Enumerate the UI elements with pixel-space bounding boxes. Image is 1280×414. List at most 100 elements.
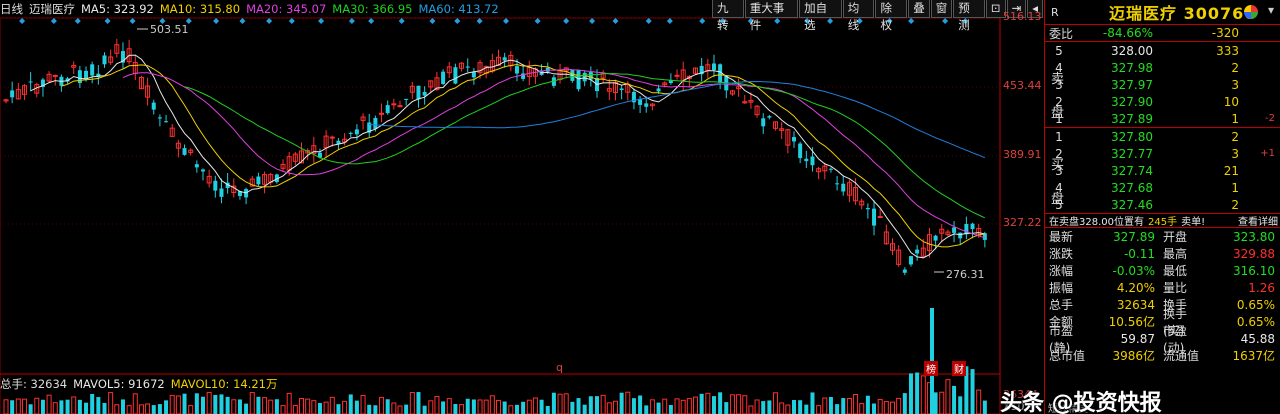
stat-row: 最新 327.89 开盘 323.80	[1045, 228, 1280, 245]
level-price: 327.97	[1111, 77, 1153, 92]
stat-value: 1637亿	[1232, 349, 1275, 363]
chart-canvas[interactable]	[0, 0, 1044, 414]
level-volume: 333	[1216, 43, 1239, 58]
stat-label: 振幅	[1049, 281, 1074, 295]
add-watchlist-button[interactable]: 加自选	[799, 0, 842, 32]
level-volume: 21	[1223, 163, 1239, 178]
buy-level-3[interactable]: 3 327.74 21	[1045, 162, 1280, 179]
level-volume: 2	[1231, 129, 1239, 144]
level-number: 3	[1055, 163, 1063, 178]
finance-tag[interactable]: 财	[952, 361, 966, 376]
ma20-label: MA20: 345.07	[246, 2, 327, 16]
overlay-button[interactable]: 叠	[908, 0, 930, 18]
total-volume-label: 总手: 32634	[0, 377, 68, 391]
r-badge[interactable]: R	[1051, 6, 1069, 19]
level-number: 5	[1055, 43, 1063, 58]
volume-legend: 总手: 32634 MAVOL5: 91672 MAVOL10: 14.21万	[0, 376, 284, 392]
buy-level-2[interactable]: 2 327.77 3 +1	[1045, 145, 1280, 162]
stat-value: 59.87	[1120, 331, 1155, 346]
app-logo-icon	[1244, 5, 1258, 19]
sell-level-1[interactable]: 1 327.89 1 -2	[1045, 110, 1280, 127]
level-volume: 3	[1231, 77, 1239, 92]
stat-row: 总市值 3986亿 流通值 1637亿	[1045, 347, 1280, 364]
price-tick-4: 327.22	[1003, 216, 1042, 229]
ma-button[interactable]: 均线	[842, 0, 875, 32]
stock-name: 迈瑞医疗	[29, 2, 75, 16]
level-price: 327.80	[1111, 129, 1153, 144]
stat-label: 最低	[1163, 264, 1188, 278]
low-price-label: 276.31	[946, 268, 985, 281]
buy-level-1[interactable]: 1 327.80 2	[1045, 128, 1280, 145]
jiuzhuan-button[interactable]: 九转	[712, 0, 744, 32]
stat-row: 市盈(静) 59.87 市盈(动) 45.88	[1045, 324, 1280, 355]
level-number: 1	[1055, 111, 1063, 126]
sell-level-5[interactable]: 5 328.00 333	[1045, 42, 1280, 59]
level-number: 1	[1055, 129, 1063, 144]
level-volume: 1	[1231, 180, 1239, 195]
buy-level-5[interactable]: 5 327.46 2	[1045, 196, 1280, 213]
level-volume: 2	[1231, 60, 1239, 75]
stat-value: 1.26	[1248, 280, 1275, 295]
dropdown-icon[interactable]: ▾	[1268, 3, 1274, 17]
ma60-label: MA60: 413.72	[418, 2, 499, 16]
stat-label: 量比	[1163, 281, 1188, 295]
level-price: 327.98	[1111, 60, 1153, 75]
sell-book: 卖盘 5 328.00 333 4 327.98 2 3 327.97 3 2 327.90 10 1 3…	[1045, 41, 1280, 127]
stat-value: 329.88	[1233, 246, 1275, 261]
forecast-button[interactable]: 预测	[953, 0, 985, 32]
stat-value: -0.11	[1123, 246, 1155, 261]
level-volume: 10	[1223, 94, 1239, 109]
weibi-row: 委比 -84.66% -320	[1045, 24, 1280, 41]
chart-toolbar: 九转 重大事件 加自选 均线 除权 叠 窗 预测 ⊡ ⇥ ◂	[712, 0, 1044, 32]
order-alert-bar: 在卖盘328.00位置有 245手 卖单! 查看详细	[1045, 213, 1280, 228]
level-number: 3	[1055, 77, 1063, 92]
level-number: 4	[1055, 60, 1063, 75]
buy-levels: 1 327.80 2 2 327.77 3 +1 3 327.74 21 4 327.68 1 5 327.…	[1045, 128, 1280, 213]
period-label[interactable]: 日线	[0, 1, 23, 17]
level-price: 327.46	[1111, 197, 1153, 212]
kline-chart[interactable]: 日线 迈瑞医疗 MA5: 323.92 MA10: 315.80 MA20: 3…	[0, 0, 1044, 414]
watermark-text: 头条 @投资快报	[1000, 391, 1162, 414]
window-button[interactable]: 窗	[930, 0, 953, 18]
buy-level-4[interactable]: 4 327.68 1	[1045, 179, 1280, 196]
view-detail-link[interactable]: 查看详细	[1238, 213, 1278, 228]
stat-label: 最高	[1163, 247, 1188, 261]
weibi-label: 委比	[1049, 26, 1074, 41]
stat-label: 涨幅	[1049, 264, 1074, 278]
alert-volume: 245手	[1148, 217, 1178, 228]
rank-tag[interactable]: 榜	[924, 361, 938, 376]
alert-type: 卖单!	[1181, 217, 1206, 228]
level-price: 328.00	[1111, 43, 1153, 58]
mavol10-label: MAVOL10: 14.21万	[170, 377, 278, 391]
stat-label: 开盘	[1163, 230, 1188, 244]
q-marker: q	[556, 361, 563, 374]
stat-value: 327.89	[1113, 229, 1155, 244]
high-price-label: 503.51	[150, 23, 189, 36]
panel-title-bar: R 迈瑞医疗 300760 ▾	[1045, 0, 1280, 24]
ex-rights-button[interactable]: 除权	[875, 0, 908, 32]
level-number: 4	[1055, 180, 1063, 195]
level-price: 327.90	[1111, 94, 1153, 109]
sell-level-4[interactable]: 4 327.98 2	[1045, 59, 1280, 76]
level-volume: 2	[1231, 197, 1239, 212]
stat-value: 316.10	[1233, 263, 1275, 278]
stat-label: 总市值	[1049, 349, 1086, 363]
stat-value: 45.88	[1240, 331, 1275, 346]
stat-value: 3986亿	[1112, 349, 1155, 363]
stock-title: 迈瑞医疗 300760	[1109, 4, 1257, 23]
stat-value: 10.56亿	[1108, 315, 1155, 329]
quote-panel: R 迈瑞医疗 300760 ▾ 委比 -84.66% -320 卖盘 5 328.…	[1044, 0, 1280, 414]
sell-level-2[interactable]: 2 327.90 10	[1045, 93, 1280, 110]
level-price: 327.89	[1111, 111, 1153, 126]
stat-value: 4.20%	[1116, 280, 1155, 295]
level-price: 327.68	[1111, 180, 1153, 195]
price-tick-1: 516.13	[1003, 10, 1042, 23]
major-events-button[interactable]: 重大事件	[744, 0, 799, 32]
level-change: -2	[1265, 113, 1275, 124]
sell-level-3[interactable]: 3 327.97 3	[1045, 76, 1280, 93]
price-tick-3: 389.91	[1003, 148, 1042, 161]
quote-stats: 最新 327.89 开盘 323.80 涨跌 -0.11 最高 329.88 涨幅 -0.03% 最…	[1045, 228, 1280, 364]
level-number: 2	[1055, 146, 1063, 161]
stat-value: 323.80	[1233, 229, 1275, 244]
level-number: 5	[1055, 197, 1063, 212]
